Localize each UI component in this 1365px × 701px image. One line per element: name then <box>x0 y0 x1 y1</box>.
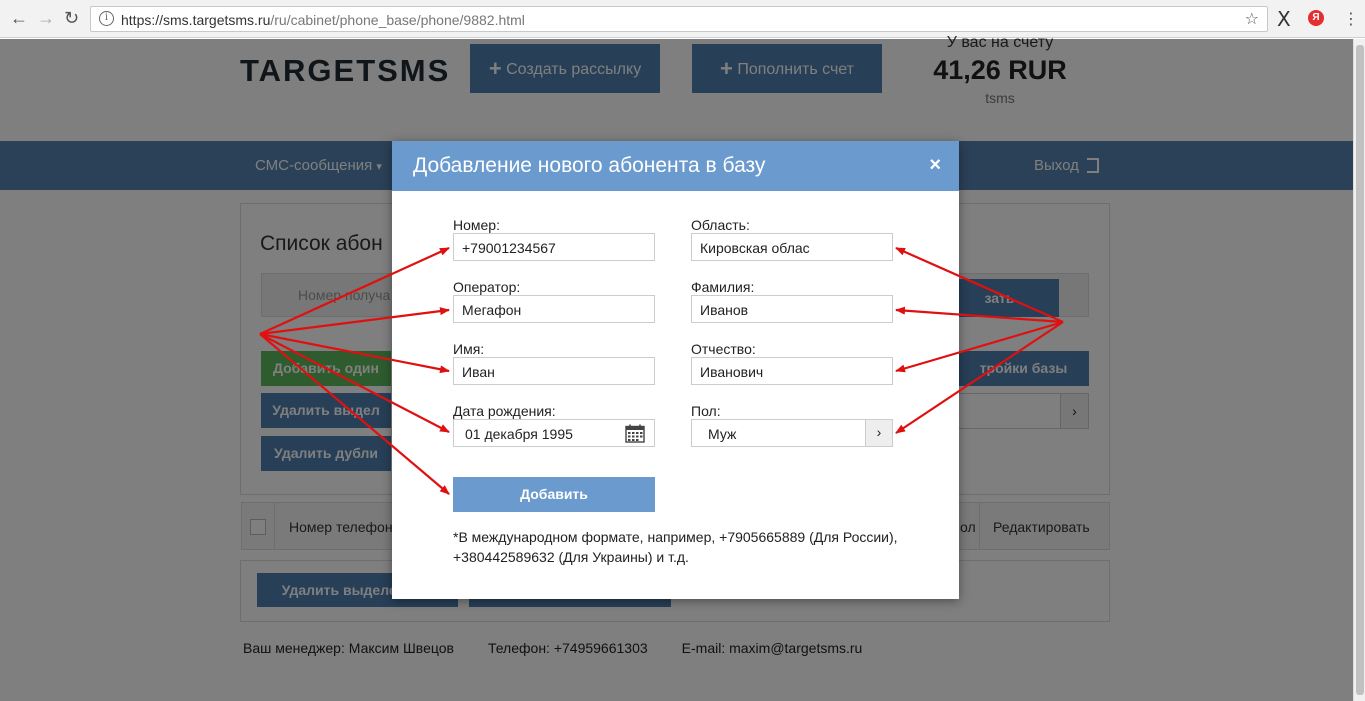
add-subscriber-modal: Добавление нового абонента в базу × Номе… <box>392 141 959 599</box>
birth-date-value: 01 декабря 1995 <box>465 426 573 442</box>
region-field[interactable]: Кировская облас <box>691 233 893 261</box>
surname-field[interactable]: Иванов <box>691 295 893 323</box>
url-host: https://sms.targetsms.ru <box>121 12 271 28</box>
back-icon[interactable]: ← <box>10 8 28 29</box>
number-label: Номер: <box>453 217 500 233</box>
patronymic-label: Отчество: <box>691 341 756 357</box>
sex-select[interactable]: Муж › <box>691 419 893 447</box>
address-bar[interactable]: i https://sms.targetsms.ru/ru/cabinet/ph… <box>90 6 1268 32</box>
url-text[interactable]: https://sms.targetsms.ru/ru/cabinet/phon… <box>121 12 525 28</box>
reload-icon[interactable]: ↻ <box>64 8 79 29</box>
url-path: /ru/cabinet/phone_base/phone/9882.html <box>270 12 525 28</box>
patronymic-field[interactable]: Иванович <box>691 357 893 385</box>
birth-date-label: Дата рождения: <box>453 403 556 419</box>
name-field[interactable]: Иван <box>453 357 655 385</box>
birth-date-field[interactable]: 01 декабря 1995 <box>453 419 655 447</box>
scrollbar-thumb[interactable] <box>1356 45 1364 695</box>
sex-label: Пол: <box>691 403 721 419</box>
surname-label: Фамилия: <box>691 279 755 295</box>
chevron-right-icon[interactable]: › <box>865 420 892 446</box>
close-icon[interactable]: × <box>929 154 941 177</box>
name-label: Имя: <box>453 341 485 357</box>
number-field[interactable]: +79001234567 <box>453 233 655 261</box>
info-icon[interactable]: i <box>99 11 114 26</box>
operator-field[interactable]: Мегафон <box>453 295 655 323</box>
scrollbar[interactable] <box>1353 39 1365 701</box>
operator-label: Оператор: <box>453 279 521 295</box>
forward-icon[interactable]: → <box>37 8 55 29</box>
extension-x-icon[interactable]: X <box>1277 7 1291 31</box>
yandex-extension-icon[interactable]: Я <box>1308 10 1324 26</box>
calendar-icon[interactable] <box>625 424 645 443</box>
add-button[interactable]: Добавить <box>453 477 655 512</box>
modal-header: Добавление нового абонента в базу × <box>392 141 959 191</box>
browser-menu-icon[interactable]: ⋮ <box>1343 9 1359 29</box>
browser-toolbar: ← → ↻ i https://sms.targetsms.ru/ru/cabi… <box>0 0 1365 38</box>
region-label: Область: <box>691 217 750 233</box>
sex-value: Муж <box>708 426 737 442</box>
modal-title: Добавление нового абонента в базу <box>413 154 766 177</box>
format-note: *В международном формате, например, +790… <box>453 529 898 565</box>
bookmark-star-icon[interactable]: ☆ <box>1245 9 1259 29</box>
